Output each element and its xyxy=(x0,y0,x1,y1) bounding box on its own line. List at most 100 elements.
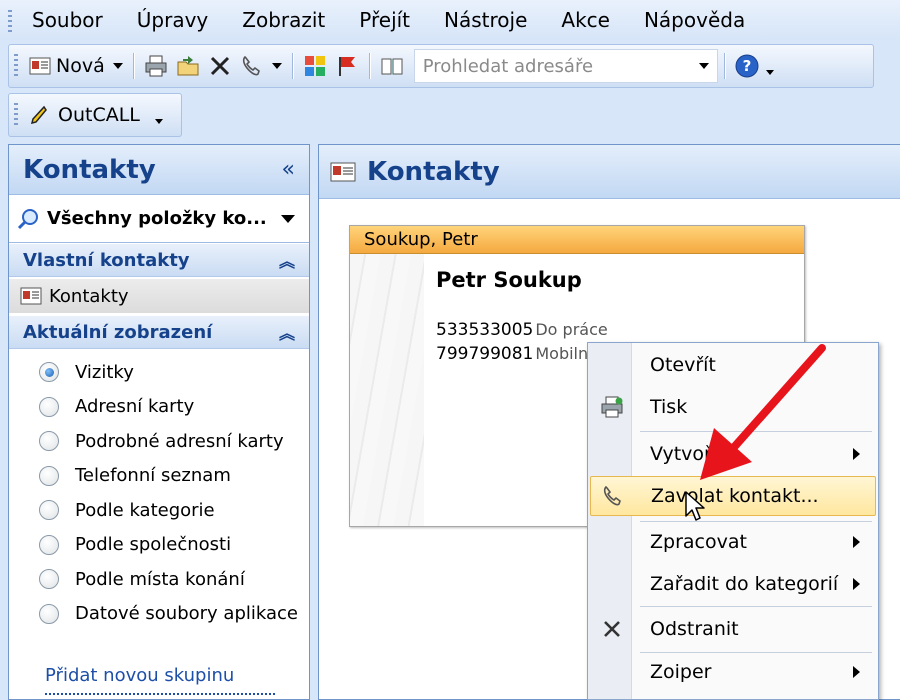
menu-zobrazit[interactable]: Zobrazit xyxy=(225,0,342,40)
outcall-handset-icon xyxy=(28,103,52,127)
print-button[interactable] xyxy=(140,49,172,83)
add-new-group-link[interactable]: Přidat novou skupinu xyxy=(45,665,234,686)
context-menu: Otevřít Tisk Vytvořit Zavolat kontakt...… xyxy=(587,342,879,700)
view-option-detailed-address-cards[interactable]: Podrobné adresní karty xyxy=(9,424,309,459)
delete-x-icon xyxy=(208,54,232,78)
view-option-data-files[interactable]: Datové soubory aplikace xyxy=(9,597,309,632)
menu-item-print[interactable]: Tisk xyxy=(590,387,876,427)
view-option-address-cards[interactable]: Adresní karty xyxy=(9,390,309,425)
view-option-label: Adresní karty xyxy=(75,396,195,418)
follow-up-button[interactable] xyxy=(331,49,363,83)
menu-item-label: Odstranit xyxy=(650,618,739,640)
radio-unselected[interactable] xyxy=(39,534,59,555)
menu-prejit[interactable]: Přejít xyxy=(342,0,427,40)
collapse-section-icon[interactable]: ︽ xyxy=(279,320,295,344)
view-option-label: Podle společnosti xyxy=(75,534,232,556)
collapse-nav-icon[interactable]: « xyxy=(282,157,295,182)
printer-icon xyxy=(600,395,624,419)
nav-header: Kontakty « xyxy=(9,145,309,195)
help-button[interactable]: ? xyxy=(731,49,763,83)
menu-item-label: Zavolat kontakt... xyxy=(651,485,819,507)
categories-grid-icon xyxy=(303,54,327,78)
outcall-label: OutCALL xyxy=(58,104,140,126)
menu-item-call-contact[interactable]: Zavolat kontakt... xyxy=(590,476,876,516)
view-radio-list: Vizitky Adresní karty Podrobné adresní k… xyxy=(9,349,309,631)
new-button-label: Nová xyxy=(56,55,105,77)
toolbar-separator xyxy=(132,53,134,79)
address-book-icon xyxy=(380,54,404,78)
menu-akce[interactable]: Akce xyxy=(544,0,627,40)
menu-item-process[interactable]: Zpracovat xyxy=(590,522,876,562)
view-option-by-company[interactable]: Podle společnosti xyxy=(9,528,309,563)
contact-card-icon xyxy=(329,160,356,184)
toolbar-grip[interactable] xyxy=(14,54,18,78)
address-book-button[interactable] xyxy=(376,49,408,83)
menu-item-label: Zpracovat xyxy=(650,531,747,553)
categorize-button[interactable] xyxy=(299,49,331,83)
search-address-books-input[interactable]: Prohledat adresáře xyxy=(413,49,718,83)
search-folder-icon xyxy=(17,207,41,231)
dial-button[interactable] xyxy=(236,49,286,83)
radio-unselected[interactable] xyxy=(39,603,59,624)
submenu-arrow-icon xyxy=(853,666,860,678)
menu-item-open[interactable]: Otevřít xyxy=(590,345,876,385)
radio-unselected[interactable] xyxy=(39,396,59,417)
menu-item-delete[interactable]: Odstranit xyxy=(590,609,876,649)
phone-icon xyxy=(601,484,625,508)
section-my-contacts[interactable]: Vlastní kontakty ︽ xyxy=(9,243,309,277)
toolbar-separator xyxy=(368,53,370,79)
section-current-view[interactable]: Aktuální zobrazení ︽ xyxy=(9,315,309,349)
menu-upravy[interactable]: Úpravy xyxy=(120,0,225,40)
radio-unselected[interactable] xyxy=(39,431,59,452)
view-option-phone-list[interactable]: Telefonní seznam xyxy=(9,459,309,494)
menu-item-label: Vytvořit xyxy=(650,443,725,465)
view-option-label: Podle místa konání xyxy=(75,568,245,590)
radio-unselected[interactable] xyxy=(39,569,59,590)
radio-unselected[interactable] xyxy=(39,465,59,486)
section-current-view-label: Aktuální zobrazení xyxy=(23,321,213,343)
view-option-by-location[interactable]: Podle místa konání xyxy=(9,562,309,597)
chevron-down-icon[interactable] xyxy=(281,214,295,223)
radio-selected[interactable] xyxy=(39,362,59,383)
delete-button[interactable] xyxy=(204,49,236,83)
menu-item-label: Zoiper xyxy=(650,661,712,683)
view-option-label: Podle kategorie xyxy=(75,499,215,521)
collapse-section-icon[interactable]: ︽ xyxy=(279,248,295,272)
menu-item-create[interactable]: Vytvořit xyxy=(590,434,876,474)
menu-nastroje[interactable]: Nástroje xyxy=(427,0,544,40)
folder-view-selector[interactable]: Všechny položky ko... xyxy=(9,195,309,243)
toolbar-overflow-chevron[interactable] xyxy=(763,51,777,81)
menu-item-zoiper[interactable]: Zoiper xyxy=(590,652,876,692)
toolbar-separator xyxy=(723,53,725,79)
radio-unselected[interactable] xyxy=(39,500,59,521)
business-card-header[interactable]: Soukup, Petr xyxy=(350,226,804,254)
dial-dropdown-arrow[interactable] xyxy=(271,63,282,69)
menu-grip[interactable] xyxy=(8,10,12,32)
toolbar-overflow-chevron[interactable] xyxy=(152,100,166,130)
menu-soubor[interactable]: Soubor xyxy=(16,0,120,40)
outcall-button[interactable]: OutCALL xyxy=(24,98,144,132)
sidebar-item-contacts-label: Kontakty xyxy=(49,285,129,307)
view-option-by-category[interactable]: Podle kategorie xyxy=(9,493,309,528)
standard-toolbar: Nová Prohledat adresáře ? xyxy=(8,44,874,88)
phone-number: 799799081 xyxy=(436,344,534,364)
toolbar-grip[interactable] xyxy=(14,103,18,127)
view-option-label: Telefonní seznam xyxy=(75,465,231,487)
contact-card-icon xyxy=(19,284,43,308)
search-dropdown-arrow[interactable] xyxy=(698,63,709,69)
new-button[interactable]: Nová xyxy=(24,49,127,83)
section-my-contacts-label: Vlastní kontakty xyxy=(23,249,190,271)
truncated-link xyxy=(45,693,275,700)
sidebar-item-contacts[interactable]: Kontakty xyxy=(9,279,309,313)
menu-napoveda[interactable]: Nápověda xyxy=(627,0,762,40)
phone-line: 799799081 Mobiln xyxy=(436,344,588,364)
menu-item-categorize[interactable]: Zařadit do kategorií xyxy=(590,564,876,604)
move-to-folder-button[interactable] xyxy=(172,49,204,83)
mouse-pointer-icon xyxy=(685,491,705,521)
view-option-business-cards[interactable]: Vizitky xyxy=(9,355,309,390)
phone-label: Do práce xyxy=(535,320,608,339)
business-card-decoration xyxy=(350,254,424,526)
outcall-toolbar: OutCALL xyxy=(8,93,182,137)
new-dropdown-arrow[interactable] xyxy=(112,63,123,69)
svg-text:?: ? xyxy=(742,57,751,75)
